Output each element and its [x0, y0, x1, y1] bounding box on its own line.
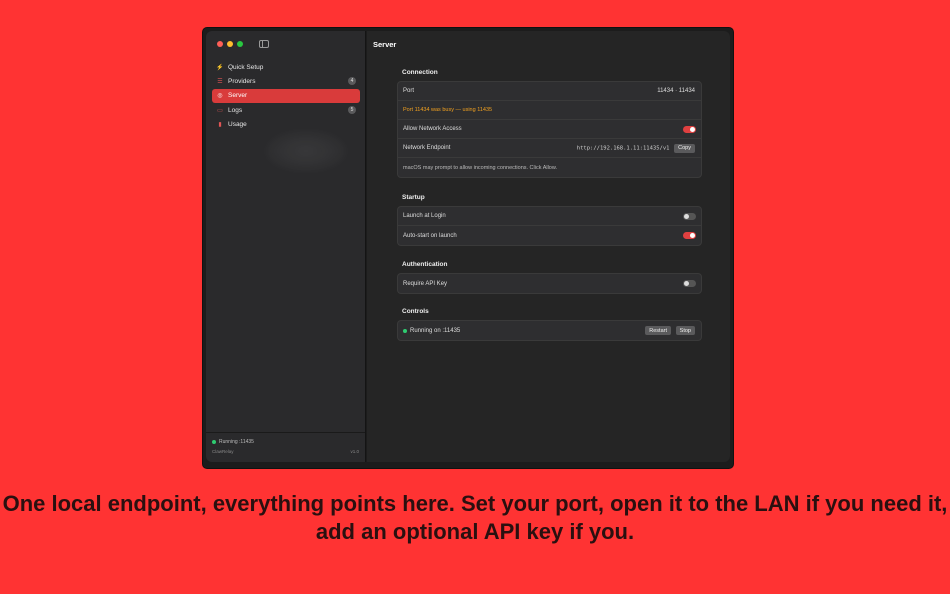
launch-login-toggle[interactable] [683, 213, 696, 220]
marketing-caption: One local endpoint, everything points he… [2, 491, 948, 544]
require-key-toggle[interactable] [683, 280, 696, 287]
sidebar-item-quick-setup[interactable]: ⚡ Quick Setup [212, 60, 360, 74]
endpoint-label: Network Endpoint [403, 145, 451, 151]
port-row: Port 11434 · 11434 [398, 82, 701, 101]
count-badge: 5 [348, 106, 356, 115]
sidebar-item-logs[interactable]: ▭ Logs 5 [212, 103, 360, 117]
server-stack-icon: ☰ [217, 78, 223, 85]
endpoint-url: http://192.168.1.11:11435/v1 [576, 145, 670, 151]
restart-button[interactable]: Restart [645, 326, 671, 335]
stop-button[interactable]: Stop [675, 326, 695, 335]
require-key-row: Require API Key [398, 274, 701, 293]
network-access-toggle[interactable] [683, 126, 696, 133]
app-name: ClawRelay [212, 449, 234, 454]
sidebar-item-label: Usage [228, 121, 247, 129]
section-title-connection: Connection [402, 69, 438, 76]
launch-login-label: Launch at Login [403, 213, 446, 219]
copy-button[interactable]: Copy [674, 143, 695, 153]
section-title-authentication: Authentication [402, 261, 448, 268]
controls-row: Running on :11435 Restart Stop [398, 321, 701, 340]
close-window-button[interactable] [217, 41, 223, 47]
network-access-row: Allow Network Access [398, 120, 701, 139]
running-indicator-icon [212, 440, 216, 444]
sidebar-toggle-icon[interactable] [259, 40, 269, 48]
sidebar-nav: ⚡ Quick Setup ☰ Providers 4 ◎ Server ▭ L… [212, 60, 360, 132]
network-hint-row: macOS may prompt to allow incoming conne… [398, 158, 701, 177]
require-key-label: Require API Key [403, 280, 448, 287]
sidebar-item-label: Providers [228, 77, 256, 85]
sidebar-item-label: Logs [228, 106, 243, 114]
globe-icon: ◎ [217, 93, 223, 100]
section-title-startup: Startup [402, 194, 425, 201]
count-badge: 4 [348, 77, 356, 86]
server-status: Running :11435 [212, 439, 254, 445]
blurred-region [266, 131, 346, 171]
port-input[interactable]: 11434 · 11434 [657, 88, 695, 94]
page-title: Server [373, 40, 397, 49]
minimize-window-button[interactable] [227, 41, 233, 47]
terminal-icon: ▭ [217, 107, 223, 114]
running-indicator-icon [403, 328, 407, 333]
autostart-row: Auto-start on launch [398, 226, 701, 245]
app-version: v1.0 [350, 449, 359, 454]
bar-chart-icon: ▮ [218, 122, 222, 129]
startup-card: Launch at Login Auto-start on launch [397, 206, 702, 246]
sidebar-item-label: Server [228, 92, 248, 100]
sidebar-footer: Running :11435 ClawRelay v1.0 [206, 432, 365, 462]
launch-login-row: Launch at Login [398, 207, 701, 226]
server-status-text: Running :11435 [219, 439, 254, 445]
sidebar-item-providers[interactable]: ☰ Providers 4 [212, 74, 360, 88]
network-access-label: Allow Network Access [403, 126, 462, 132]
port-warning-row: Port 11434 was busy — using 11435 [398, 101, 701, 120]
app-window: ⚡ Quick Setup ☰ Providers 4 ◎ Server ▭ L… [203, 28, 733, 468]
controls-card: Running on :11435 Restart Stop [397, 320, 702, 341]
bolt-icon: ⚡ [216, 64, 224, 71]
endpoint-value-group: http://192.168.1.11:11435/v1 Copy [576, 143, 695, 153]
port-label: Port [403, 88, 415, 94]
connection-card: Port 11434 · 11434 Port 11434 was busy —… [397, 81, 702, 178]
network-hint: macOS may prompt to allow incoming conne… [403, 164, 558, 171]
controls-status: Running on :11435 [410, 327, 461, 334]
sidebar-item-usage[interactable]: ▮ Usage [212, 118, 360, 132]
sidebar-item-server[interactable]: ◎ Server [212, 88, 360, 103]
main-content: Server Connection Port 11434 · 11434 Por… [367, 31, 730, 462]
sidebar-item-label: Quick Setup [228, 63, 264, 71]
port-warning-text: Port 11434 was busy — using 11435 [403, 107, 493, 113]
controls-buttons: Restart Stop [642, 326, 695, 335]
autostart-toggle[interactable] [683, 232, 696, 239]
sidebar: ⚡ Quick Setup ☰ Providers 4 ◎ Server ▭ L… [206, 31, 366, 462]
authentication-card: Require API Key [397, 273, 702, 294]
zoom-window-button[interactable] [237, 41, 243, 47]
window-controls [217, 41, 243, 47]
section-title-controls: Controls [402, 308, 429, 315]
autostart-label: Auto-start on launch [403, 232, 457, 239]
endpoint-row: Network Endpoint http://192.168.1.11:114… [398, 139, 701, 158]
